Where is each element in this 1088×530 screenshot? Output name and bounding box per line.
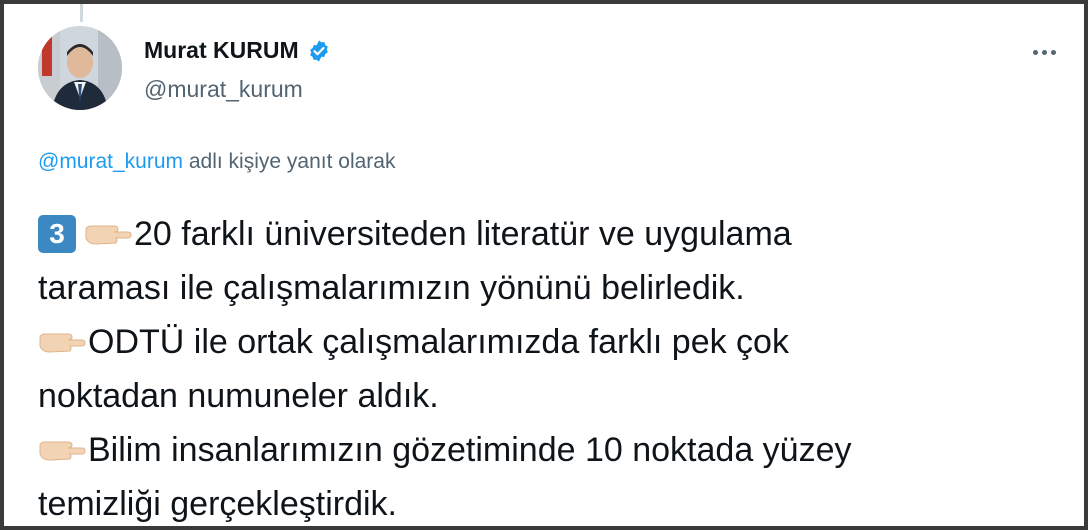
tweet-line-3: ODTÜ ile ortak çalışmalarımızda farklı p…: [38, 315, 1078, 369]
tweet-text: 3 20 farklı üniversiteden literatür ve u…: [38, 207, 1078, 526]
avatar[interactable]: [38, 26, 122, 110]
tweet-line-text: taraması ile çalışmalarımızın yönünü bel…: [38, 269, 745, 307]
tweet-line-5: Bilim insanlarımızın gözetiminde 10 nokt…: [38, 423, 1078, 477]
tweet-line-text: temizliği gerçekleştirdik.: [38, 485, 397, 523]
thread-connector-line: [80, 4, 83, 22]
author-name[interactable]: Murat KURUM: [144, 37, 331, 64]
tweet-line-text: Bilim insanlarımızın gözetiminde 10 nokt…: [88, 431, 852, 469]
tweet-line-text: ODTÜ ile ortak çalışmalarımızda farklı p…: [88, 323, 789, 361]
tweet-line-text: noktadan numuneler aldık.: [38, 377, 439, 415]
author-name-text: Murat KURUM: [144, 37, 299, 63]
tweet-line-1: 3 20 farklı üniversiteden literatür ve u…: [38, 207, 1078, 261]
reply-mention-link[interactable]: @murat_kurum: [38, 150, 183, 173]
reply-suffix: adlı kişiye yanıt olarak: [183, 150, 396, 173]
pointing-right-icon: [85, 225, 132, 245]
author-handle[interactable]: @murat_kurum: [144, 76, 303, 103]
tweet-card: Murat KURUM @murat_kurum @murat_kurum ad…: [4, 4, 1084, 526]
more-options-icon[interactable]: [1024, 32, 1064, 72]
tweet-line-6: temizliği gerçekleştirdik.: [38, 477, 1078, 526]
replying-to: @murat_kurum adlı kişiye yanıt olarak: [38, 150, 395, 174]
keycap-3-icon: 3: [38, 215, 76, 253]
tweet-line-2: taraması ile çalışmalarımızın yönünü bel…: [38, 261, 1078, 315]
pointing-right-icon: [39, 441, 86, 461]
pointing-right-icon: [39, 333, 86, 353]
tweet-line-text: 20 farklı üniversiteden literatür ve uyg…: [134, 215, 792, 253]
verified-badge-icon: [307, 39, 331, 63]
tweet-line-4: noktadan numuneler aldık.: [38, 369, 1078, 423]
avatar-image: [38, 26, 122, 110]
